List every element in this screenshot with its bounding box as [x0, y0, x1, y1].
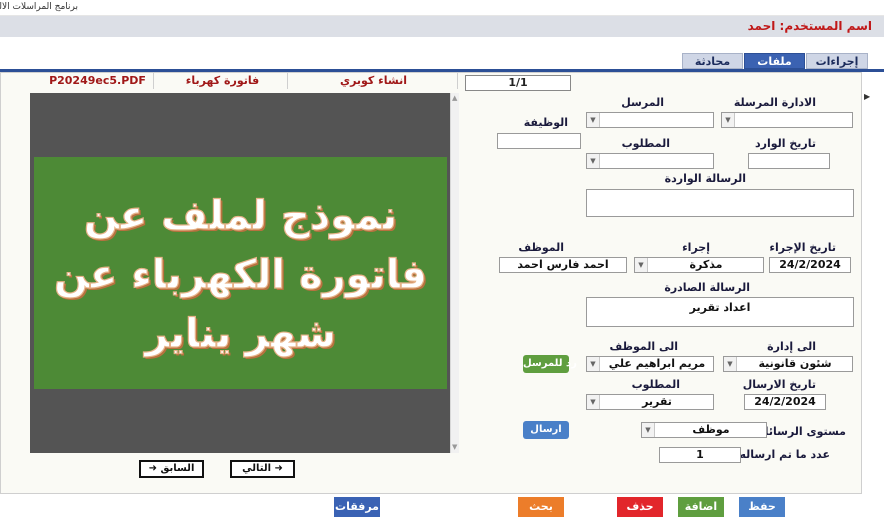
level-select[interactable]: ▼ موظف	[641, 422, 767, 438]
search-button[interactable]: بحث	[518, 497, 564, 517]
send-button[interactable]: ارسال	[523, 421, 569, 439]
incoming-date-label: تاريخ الوارد	[754, 137, 816, 150]
tab-chat[interactable]: محادثة	[682, 53, 743, 69]
viewer-scrollbar[interactable]: ▲ ▼	[450, 93, 459, 453]
sender-label: المرسل	[621, 96, 664, 109]
incoming-message-box[interactable]	[586, 189, 854, 217]
chevron-down-icon: ▼	[724, 357, 737, 371]
level-label: مستوى الرسائل	[759, 425, 846, 438]
sender-dept-select[interactable]: ▼	[721, 112, 853, 128]
chevron-down-icon: ▼	[722, 113, 735, 127]
page-counter: 1/1	[465, 75, 571, 91]
user-bar: اسم المستخدم: احمد	[0, 16, 884, 37]
doc-line-1: نموذج لملف عن	[83, 192, 398, 239]
doc-line-2: فاتورة الكهرباء عن	[53, 251, 427, 298]
outgoing-message-label: الرسالة الصادرة	[664, 281, 750, 294]
to-employee-select[interactable]: ▼ مريم ابراهيم علي	[586, 356, 714, 372]
reply-to-sender-button[interactable]: رد للمرسل	[523, 355, 577, 373]
action-date-field[interactable]: 24/2/2024	[769, 257, 851, 273]
next-button[interactable]: ➜ التالي	[230, 460, 295, 478]
chevron-down-icon: ▼	[642, 423, 655, 437]
action-label: إجراء	[682, 241, 710, 254]
collapse-arrow-icon[interactable]: ▶	[864, 92, 870, 101]
file-description: انشاء كوبري	[290, 73, 458, 89]
chevron-down-icon: ▼	[587, 113, 600, 127]
sent-count-label: عدد ما تم ارساله	[739, 448, 830, 461]
sent-count-field: 1	[659, 447, 741, 463]
outgoing-message-box[interactable]: اعداد تقرير	[586, 297, 854, 327]
employee-label: الموظف	[518, 241, 564, 254]
incoming-message-label: الرسالة الواردة	[664, 172, 746, 185]
to-employee-label: الى الموظف	[609, 340, 679, 353]
file-title: فاتورة كهرباء	[158, 73, 288, 89]
to-dept-select[interactable]: ▼ شئون قانونية	[723, 356, 853, 372]
save-button[interactable]: حفظ	[739, 497, 785, 517]
window-title: برنامج المراسلات الالكترو	[0, 2, 78, 12]
sender-select[interactable]: ▼	[586, 112, 714, 128]
incoming-date-field[interactable]	[748, 153, 830, 169]
scroll-down-icon[interactable]: ▼	[452, 443, 457, 451]
title-bar: برنامج المراسلات الالكترو	[0, 0, 884, 16]
chevron-down-icon: ▼	[635, 258, 648, 272]
sender-dept-label: الادارة المرسلة	[733, 96, 816, 109]
employee-field[interactable]: احمد فارس احمد	[499, 257, 627, 273]
tab-actions[interactable]: إجراءات	[806, 53, 868, 69]
chevron-down-icon: ▼	[587, 154, 600, 168]
add-button[interactable]: اضافة	[678, 497, 724, 517]
doc-line-3: شهر يناير	[144, 310, 336, 357]
required-out-label: المطلوب	[631, 378, 680, 391]
delete-button[interactable]: حذف	[617, 497, 663, 517]
action-date-label: تاريخ الإجراء	[769, 241, 836, 254]
required-out-select[interactable]: ▼ تقرير	[586, 394, 714, 410]
chevron-down-icon: ▼	[587, 357, 600, 371]
chevron-down-icon: ▼	[587, 395, 600, 409]
to-dept-label: الى إدارة	[767, 340, 816, 353]
send-date-field[interactable]: 24/2/2024	[744, 394, 826, 410]
tab-files[interactable]: ملفات	[744, 53, 805, 69]
job-label: الوظيفة	[523, 116, 568, 129]
required-in-select[interactable]: ▼	[586, 153, 714, 169]
previous-button[interactable]: السابق ➜	[139, 460, 204, 478]
action-select[interactable]: ▼ مذكرة	[634, 257, 764, 273]
document-page: نموذج لملف عن فاتورة الكهرباء عن شهر ينا…	[34, 157, 447, 389]
attachments-button[interactable]: مرفقات	[334, 497, 380, 517]
scroll-up-icon[interactable]: ▲	[452, 94, 457, 102]
send-date-label: تاريخ الارسال	[742, 378, 816, 391]
required-in-label: المطلوب	[621, 137, 670, 150]
job-field[interactable]	[497, 133, 581, 149]
file-name: P20249ec5.PDF	[42, 73, 154, 89]
user-label: اسم المستخدم: احمد	[747, 19, 872, 33]
